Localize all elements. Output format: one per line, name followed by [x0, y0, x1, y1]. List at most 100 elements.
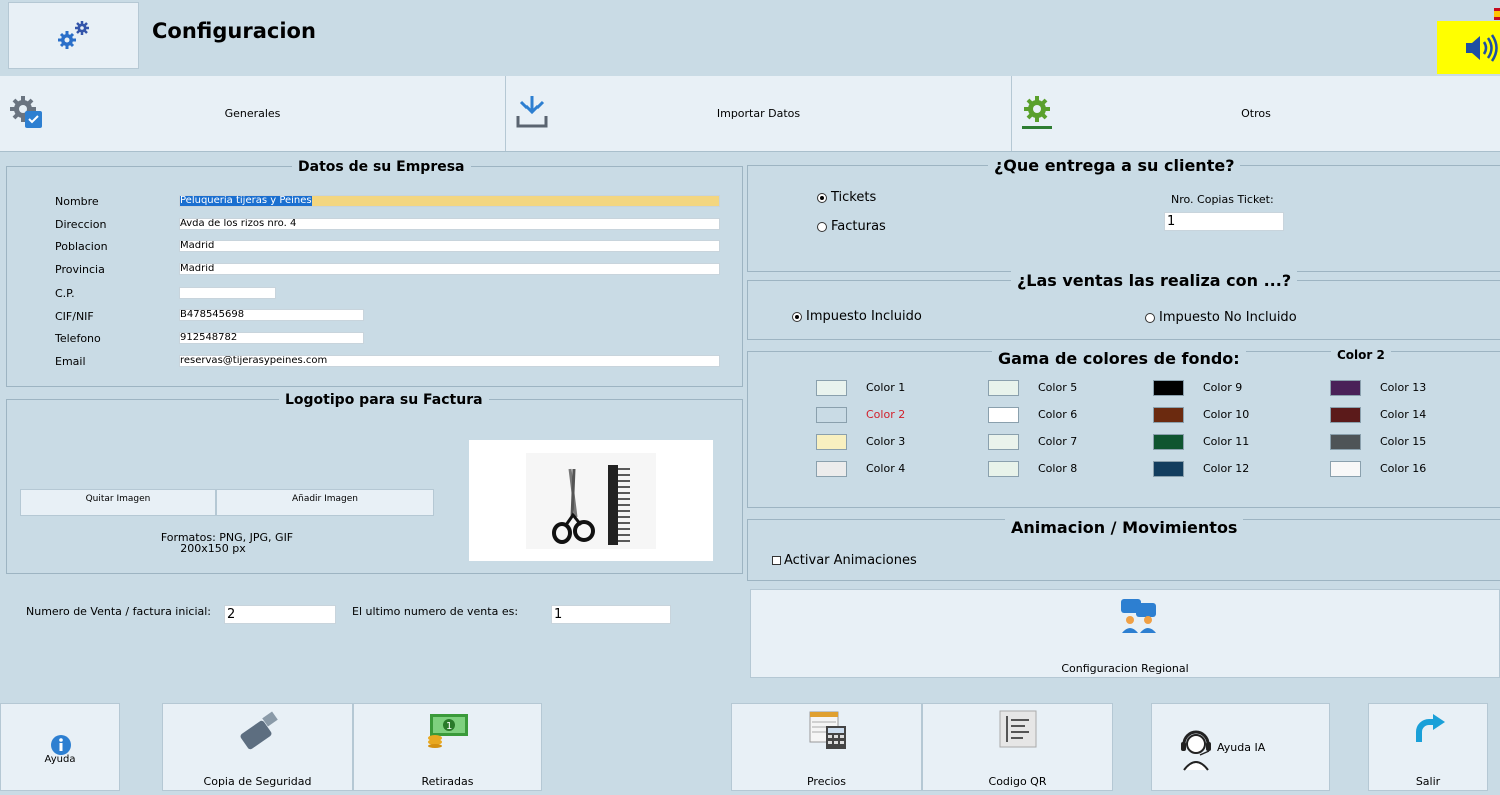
poblacion-field[interactable]: Madrid — [179, 240, 720, 252]
facturas-label: Facturas — [831, 219, 886, 234]
radio-impuesto-no-incluido[interactable]: Impuesto No Incluido — [1145, 310, 1297, 325]
impuesto-incluido-label: Impuesto Incluido — [806, 309, 922, 324]
cif-field[interactable]: B478545698 — [179, 309, 364, 321]
logo-title: Logotipo para su Factura — [279, 392, 489, 408]
ai-help-label: Ayuda IA — [1217, 741, 1266, 754]
entrega-title: ¿Que entrega a su cliente? — [988, 156, 1241, 175]
backup-button[interactable]: Copia de Seguridad — [162, 703, 353, 791]
provincia-label: Provincia — [55, 263, 105, 276]
color-swatch-label: Color 5 — [1038, 381, 1078, 394]
help-button[interactable]: Ayuda — [0, 703, 120, 791]
qr-code-button[interactable]: Codigo QR — [922, 703, 1113, 791]
color-swatch-label: Color 3 — [866, 435, 906, 448]
color-swatch[interactable] — [1330, 434, 1361, 450]
tab-generales-label: Generales — [224, 107, 281, 120]
radio-tickets[interactable]: Tickets — [817, 190, 876, 205]
add-image-button[interactable]: Añadir Imagen — [216, 489, 434, 516]
money-icon: 1 — [426, 712, 470, 751]
retiradas-button[interactable]: 1 Retiradas — [353, 703, 542, 791]
telefono-field[interactable]: 912548782 — [179, 332, 364, 344]
color-swatch[interactable] — [988, 407, 1019, 423]
ventas-title: ¿Las ventas las realiza con ...? — [1011, 271, 1298, 290]
color-swatch-label: Color 12 — [1203, 462, 1250, 475]
email-field[interactable]: reservas@tijerasypeines.com — [179, 355, 720, 367]
color-swatch-label: Color 15 — [1380, 435, 1427, 448]
color-swatch[interactable] — [1153, 380, 1184, 396]
tab-importar-label: Importar Datos — [716, 107, 801, 120]
color-swatch[interactable] — [988, 461, 1019, 477]
regional-users-icon — [1120, 598, 1158, 637]
tab-generales[interactable]: Generales — [0, 76, 506, 151]
color-swatch-label: Color 11 — [1203, 435, 1250, 448]
color-swatch[interactable] — [988, 380, 1019, 396]
radio-impuesto-incluido[interactable]: Impuesto Incluido — [792, 309, 922, 324]
color-swatch[interactable] — [816, 461, 847, 477]
colores-title: Gama de colores de fondo: — [992, 349, 1246, 368]
ai-help-button[interactable]: Ayuda IA — [1151, 703, 1330, 791]
impuesto-no-incluido-label: Impuesto No Incluido — [1159, 310, 1297, 325]
venta-inicial-label: Numero de Venta / factura inicial: — [26, 605, 211, 618]
sound-button[interactable] — [1437, 21, 1500, 74]
color-swatch[interactable] — [816, 380, 847, 396]
poblacion-label: Poblacion — [55, 240, 108, 253]
speaker-icon — [1466, 33, 1498, 62]
colores-panel: Gama de colores de fondo: Color 2 — [747, 348, 1500, 508]
color-swatch[interactable] — [988, 434, 1019, 450]
precios-label: Precios — [806, 775, 847, 788]
color-swatch[interactable] — [1330, 461, 1361, 477]
tab-importar-datos[interactable]: Importar Datos — [506, 76, 1012, 151]
scissors-comb-icon — [526, 452, 656, 549]
radio-dot — [817, 221, 827, 232]
help-label: Ayuda — [44, 754, 76, 765]
color-swatch[interactable] — [1153, 407, 1184, 423]
color-swatch[interactable] — [1330, 380, 1361, 396]
ultimo-numero-field[interactable]: 1 — [551, 605, 671, 624]
qr-label: Codigo QR — [988, 775, 1047, 788]
gear-icon — [1020, 94, 1056, 133]
direccion-field[interactable]: Avda de los rizos nro. 4 — [179, 218, 720, 230]
color-swatch-label: Color 14 — [1380, 408, 1427, 421]
headset-agent-icon — [1176, 728, 1216, 775]
color-swatch-label: Color 13 — [1380, 381, 1427, 394]
color-swatch-label: Color 2 — [866, 408, 906, 421]
color-swatch[interactable] — [1330, 407, 1361, 423]
precios-button[interactable]: Precios — [731, 703, 922, 791]
spain-flag-icon[interactable] — [1494, 8, 1500, 20]
radio-dot — [817, 192, 827, 203]
color-swatch-label: Color 1 — [866, 381, 906, 394]
radio-facturas[interactable]: Facturas — [817, 219, 886, 234]
page-title: Configuracion — [152, 19, 316, 43]
color-swatch[interactable] — [1153, 434, 1184, 450]
provincia-field[interactable]: Madrid — [179, 263, 720, 275]
color-swatch[interactable] — [816, 407, 847, 423]
animacion-panel: Animacion / Movimientos — [747, 518, 1500, 581]
remove-image-button[interactable]: Quitar Imagen — [20, 489, 216, 516]
copias-field[interactable]: 1 — [1164, 212, 1284, 231]
exit-arrow-icon — [1413, 712, 1447, 747]
checkbox-box — [772, 556, 781, 565]
animaciones-checkbox[interactable]: Activar Animaciones — [772, 553, 917, 568]
color-swatch[interactable] — [1153, 461, 1184, 477]
color-swatch-label: Color 8 — [1038, 462, 1078, 475]
logo-preview — [469, 440, 713, 561]
cif-label: CIF/NIF — [55, 310, 94, 323]
exit-label: Salir — [1415, 775, 1441, 788]
ultimo-numero-label: El ultimo numero de venta es: — [352, 605, 519, 618]
color-swatch-label: Color 7 — [1038, 435, 1078, 448]
nombre-value: Peluquería tijeras y Peines — [180, 195, 312, 206]
tab-otros[interactable]: Otros — [1012, 76, 1500, 151]
nombre-field[interactable]: Peluquería tijeras y Peines — [179, 195, 720, 207]
color-swatch[interactable] — [816, 434, 847, 450]
direccion-label: Direccion — [55, 218, 107, 231]
regional-label: Configuracion Regional — [1061, 662, 1189, 675]
animaciones-label: Activar Animaciones — [784, 553, 917, 568]
backup-label: Copia de Seguridad — [203, 775, 312, 788]
color-swatch-label: Color 16 — [1380, 462, 1427, 475]
regional-config-button[interactable]: Configuracion Regional — [750, 589, 1500, 678]
tab-bar: Generales Importar Datos Otros — [0, 76, 1500, 152]
venta-inicial-field[interactable]: 2 — [224, 605, 336, 624]
exit-button[interactable]: Salir — [1368, 703, 1488, 791]
cp-field[interactable] — [179, 287, 276, 299]
import-icon — [514, 94, 550, 133]
color-swatch-label: Color 4 — [866, 462, 906, 475]
